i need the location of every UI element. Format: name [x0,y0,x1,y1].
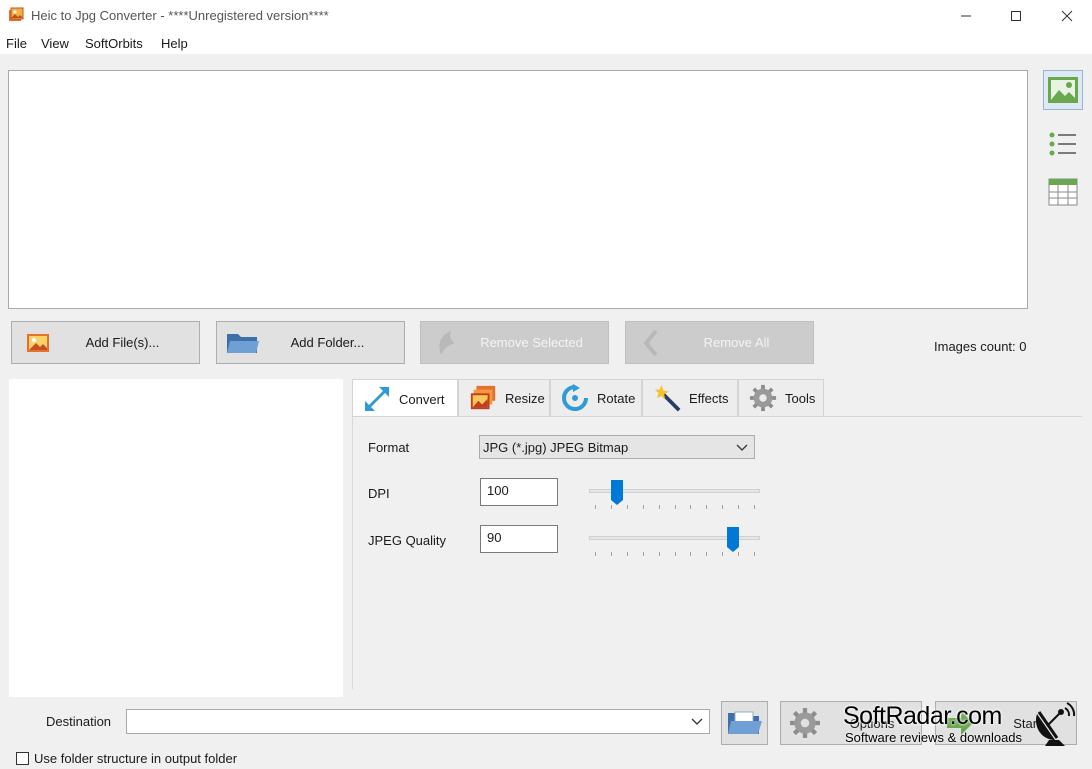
table-view-button[interactable] [1043,172,1083,212]
menu-view[interactable]: View [41,36,69,51]
tab-convert[interactable]: Convert [352,379,458,418]
add-files-button[interactable]: Add File(s)... [11,321,200,364]
slider-tick [738,552,739,556]
close-icon [1061,10,1073,22]
options-gear-icon [787,707,823,739]
add-folder-button[interactable]: Add Folder... [216,321,405,364]
slider-tick [675,505,676,509]
slider-tick [722,505,723,509]
thumbnails-view-button[interactable] [1043,70,1083,110]
dpi-slider-thumb[interactable] [611,480,623,505]
chevron-left-icon [634,328,670,358]
jpeg-quality-slider[interactable] [589,527,761,557]
dpi-input[interactable]: 100 [480,478,558,506]
slider-tick [659,552,660,556]
browse-folder-button[interactable] [721,701,768,745]
slider-tick [675,552,676,556]
watermark-title: SoftRadar.com [843,702,1002,730]
add-image-icon [20,328,56,358]
jpeg-quality-slider-thumb[interactable] [727,527,739,552]
use-folder-structure-checkbox[interactable] [16,752,29,765]
table-icon [1048,178,1078,206]
slider-tick [738,505,739,509]
list-icon [1049,132,1076,156]
slider-tick [627,505,628,509]
satellite-dish-icon [1035,702,1076,746]
tab-rotate-label: Rotate [597,390,636,406]
use-folder-structure-label[interactable]: Use folder structure in output folder [34,751,237,766]
resize-photos-icon [469,384,497,412]
slider-tick [643,505,644,509]
tab-effects[interactable]: Effects [642,379,738,416]
thumbnails-icon [1048,77,1078,103]
remove-selected-button[interactable]: Remove Selected [420,321,609,364]
list-view-button[interactable] [1043,124,1083,164]
destination-combobox[interactable] [126,709,710,734]
maximize-icon [1011,11,1021,21]
slider-tick [706,505,707,509]
magic-wand-icon [653,384,681,412]
softradar-watermark: SoftRadar.com Software reviews & downloa… [843,700,1083,750]
slider-tick [643,552,644,556]
convert-arrows-icon [363,385,391,413]
tab-rotate[interactable]: Rotate [550,379,642,416]
slider-tick [690,552,691,556]
tab-tools[interactable]: Tools [738,379,824,416]
maximize-button[interactable] [993,0,1039,32]
slider-tick [595,505,596,509]
add-files-label: Add File(s)... [85,335,160,350]
tab-bar: Convert Resize Rotate Effects Tools [352,379,1082,418]
menu-help[interactable]: Help [161,36,188,51]
format-label: Format [368,440,410,455]
format-select[interactable]: JPG (*.jpg) JPEG Bitmap [479,435,755,459]
folder-icon [225,328,261,358]
slider-tick [754,552,755,556]
watermark-subtitle: Software reviews & downloads [845,730,1023,745]
minimize-button[interactable] [943,0,989,32]
slider-tick [754,505,755,509]
app-icon [8,7,24,23]
slider-tick [611,505,612,509]
dpi-slider[interactable] [589,480,761,510]
chevron-down-icon [736,444,748,451]
open-folder-icon [727,711,762,734]
gear-icon [749,384,777,412]
minimize-icon [961,15,971,17]
tab-tools-label: Tools [785,390,816,406]
preview-panel [9,379,343,697]
slider-tick [706,552,707,556]
jpeg-quality-label: JPEG Quality [368,533,447,548]
remove-all-button[interactable]: Remove All [625,321,814,364]
destination-label: Destination [46,714,112,729]
menu-bar: File View SoftOrbits Help [0,32,1092,54]
image-list-area[interactable] [8,70,1028,309]
slider-tick [659,505,660,509]
tab-effects-label: Effects [689,390,729,406]
add-folder-label: Add Folder... [290,335,365,350]
slider-tick [595,552,596,556]
format-value: JPG (*.jpg) JPEG Bitmap [483,439,629,455]
slider-tick [611,552,612,556]
tab-convert-label: Convert [399,391,445,407]
menu-softorbits[interactable]: SoftOrbits [85,36,143,51]
dpi-label: DPI [368,486,390,501]
slider-tick [627,552,628,556]
images-count: Images count: 0 [934,339,1027,354]
jpeg-quality-input[interactable]: 90 [480,525,558,553]
close-button[interactable] [1044,0,1090,32]
tab-resize-label: Resize [505,390,545,406]
remove-selected-icon [429,328,465,358]
chevron-down-icon [691,718,703,725]
window-title: Heic to Jpg Converter - ****Unregistered… [31,8,329,23]
tab-resize[interactable]: Resize [458,379,550,416]
slider-tick [690,505,691,509]
menu-file[interactable]: File [6,36,27,51]
remove-all-label: Remove All [703,335,770,350]
slider-tick [722,552,723,556]
rotate-icon [561,384,589,412]
remove-selected-label: Remove Selected [480,335,583,350]
